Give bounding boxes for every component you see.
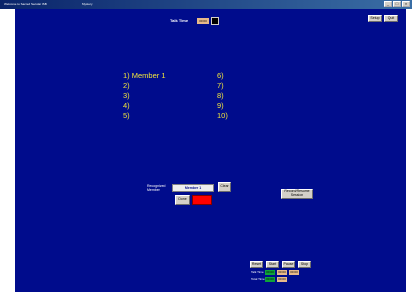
clear-button[interactable]: Clear (218, 182, 231, 192)
done-button[interactable]: Done (175, 195, 190, 205)
window-title: Welcome to Sacred Secular ISB (4, 2, 47, 6)
talk-time-label: Talk Time (170, 18, 189, 23)
talk-time-green: 00:00 (265, 270, 275, 275)
record-resume-session-button[interactable]: Record/Resume Session (281, 189, 313, 199)
setup-button[interactable]: Setup (368, 15, 382, 22)
status-indicator (192, 195, 212, 205)
member-slot-7[interactable]: 7) (217, 81, 257, 91)
member-slot-8[interactable]: 8) (217, 91, 257, 101)
window-subtitle: Mystery (82, 2, 93, 6)
talk-time-indicator (211, 17, 219, 25)
member-slot-9[interactable]: 9) (217, 101, 257, 111)
member-slot-6[interactable]: 6) (217, 71, 257, 81)
stop-button[interactable]: Stop (298, 261, 311, 268)
total-time-green: 00:00 (265, 277, 275, 282)
member-slot-5[interactable]: 5) (123, 111, 203, 121)
member-slot-3[interactable]: 3) (123, 91, 203, 101)
quit-button[interactable]: Quit (384, 15, 398, 22)
talk-time-tan-1: 00:00 (277, 270, 287, 275)
talk-time-display: 00:00 (197, 18, 209, 24)
window-controls: _ □ × (384, 1, 410, 7)
members-right-column: 6) 7) 8) 9) 10) (217, 71, 257, 121)
main-stage: Talk Time 00:00 Setup Quit 1) Member 1 2… (15, 9, 406, 292)
minimize-button[interactable]: _ (384, 1, 392, 7)
title-bar: Welcome to Sacred Secular ISB Mystery _ … (0, 0, 412, 9)
talk-time-tan-2: 00:00 (289, 270, 299, 275)
member-slot-2[interactable]: 2) (123, 81, 203, 91)
pause-button[interactable]: Pause (282, 261, 295, 268)
total-time-tan: 00:00 (277, 277, 287, 282)
start-button[interactable]: Start (266, 261, 279, 268)
member-slot-1[interactable]: 1) Member 1 (123, 71, 203, 81)
recognized-member-field: Member 1 (172, 184, 214, 192)
member-slot-10[interactable]: 10) (217, 111, 257, 121)
bottom-total-time-label: Total Time (251, 277, 265, 281)
member-slot-4[interactable]: 4) (123, 101, 203, 111)
close-button[interactable]: × (402, 1, 410, 7)
bottom-talk-time-label: Talk Time (251, 270, 264, 274)
maximize-button[interactable]: □ (393, 1, 401, 7)
members-left-column: 1) Member 1 2) 3) 4) 5) (123, 71, 203, 121)
recognized-member-label: Recognized Member (147, 184, 166, 192)
reset-button[interactable]: Reset (250, 261, 263, 268)
